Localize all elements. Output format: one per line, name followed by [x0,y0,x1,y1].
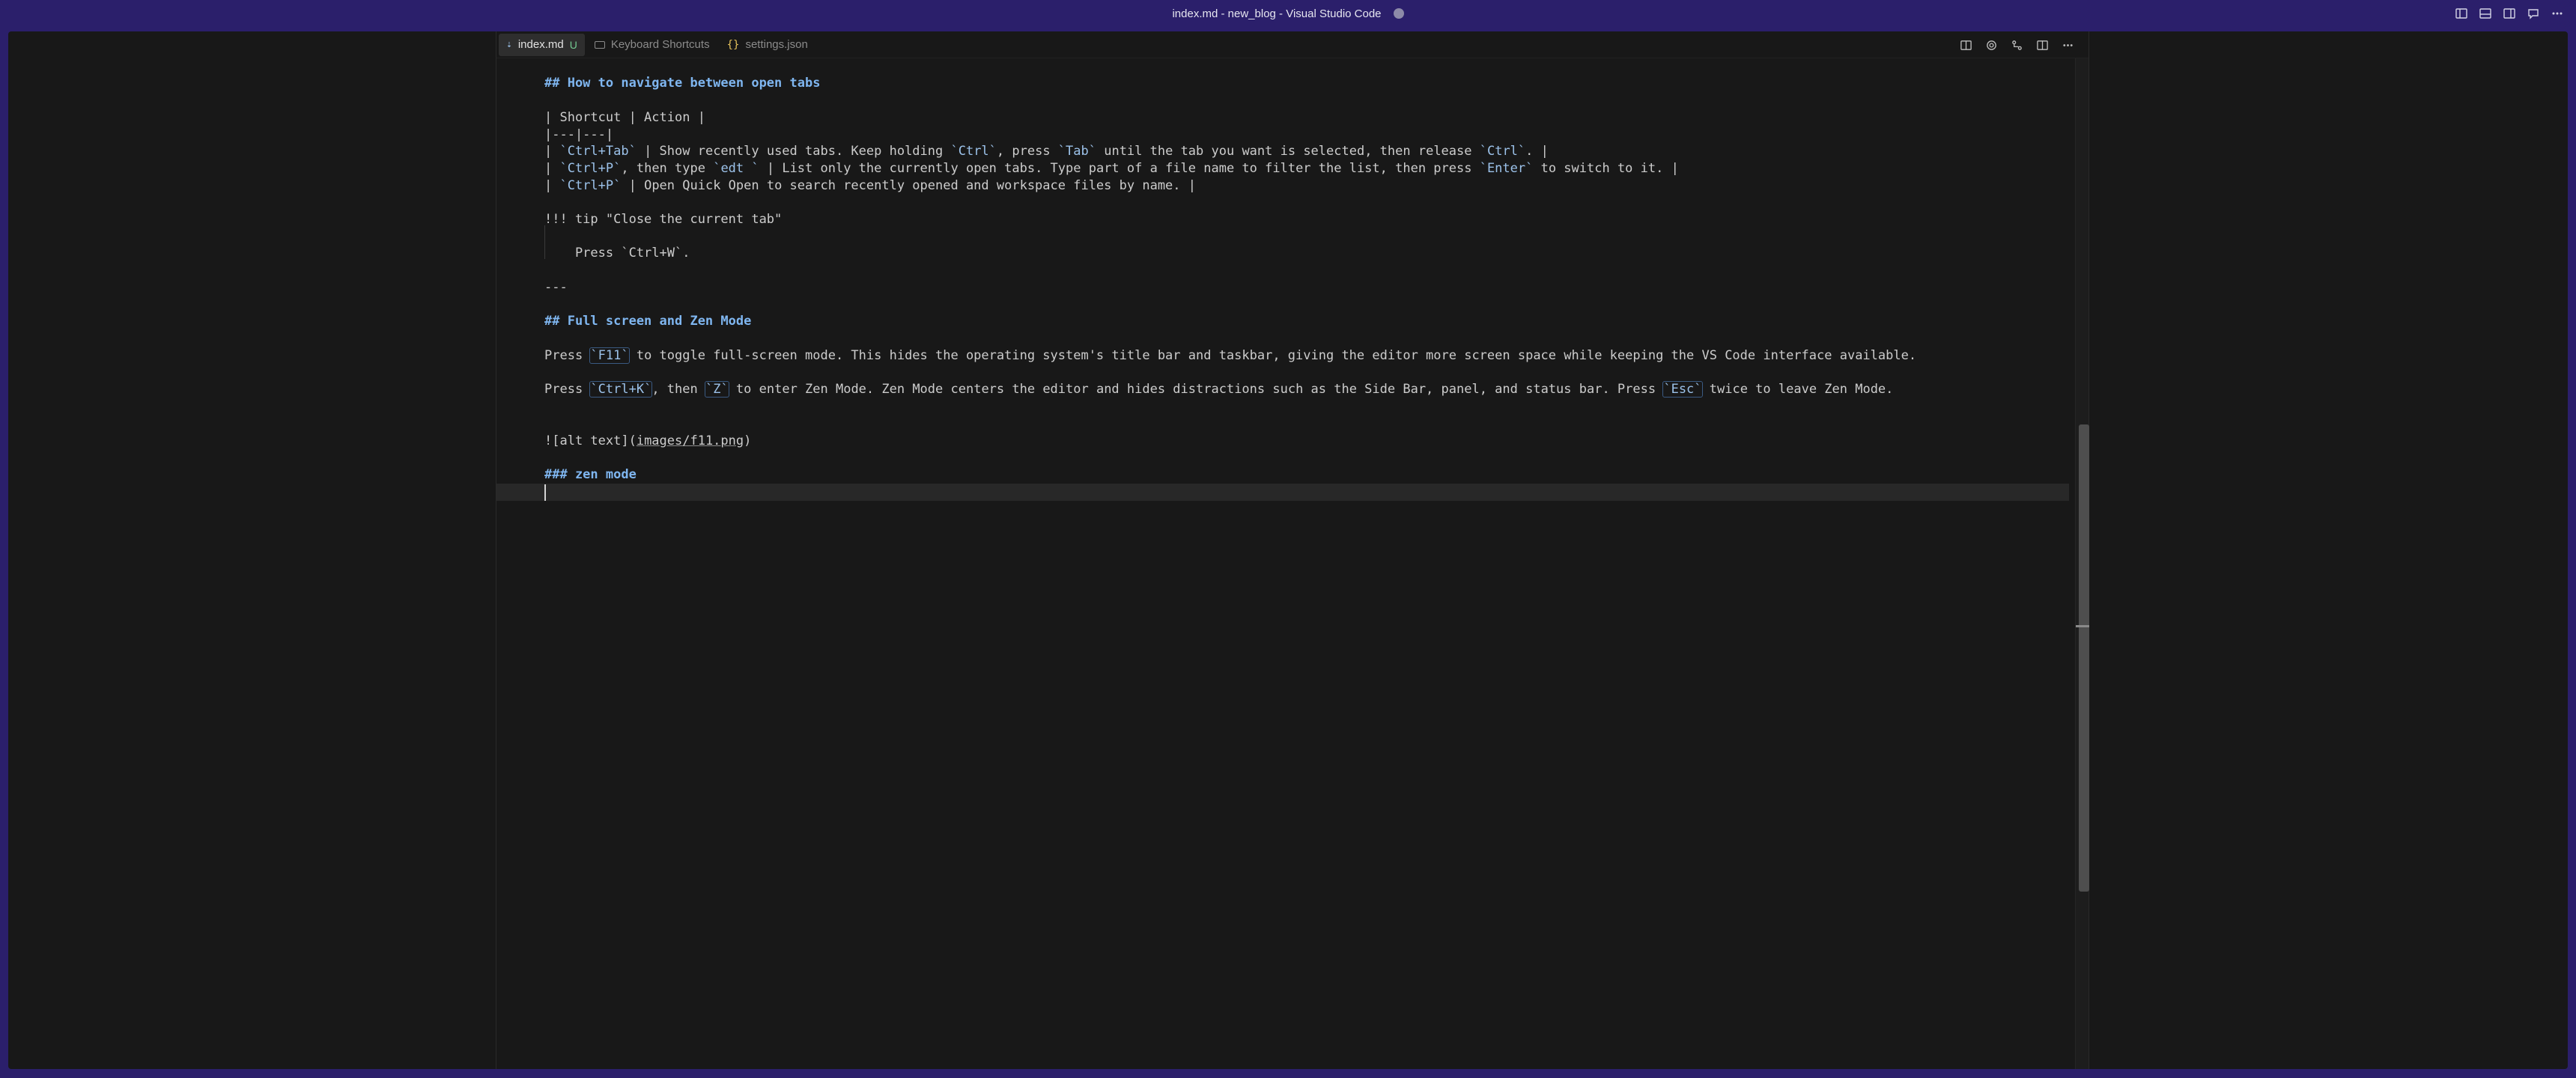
open-preview-icon[interactable] [1958,37,1973,52]
admonition-line: !!! tip "Close the current tab" [544,212,783,227]
inline-code: `Ctrl` [1479,144,1526,159]
more-actions-icon[interactable] [2060,37,2075,52]
copilot-edit-icon[interactable] [1984,37,1999,52]
text-span: twice to leave Zen Mode. [1701,382,1894,397]
text-span: | Open Quick Open to search recently ope… [621,178,1196,193]
copilot-icon[interactable] [1393,8,1404,19]
heading-line: ### zen mode [544,467,637,482]
text-span: | Show recently used tabs. Keep holding [636,144,951,159]
keyboard-icon [594,40,605,49]
table-row-line: | `Ctrl+P` | Open Quick Open to search r… [544,177,1196,195]
text-span: ![alt text]( [544,433,637,448]
markdown-icon: ⇣ [506,39,512,50]
scrollbar-thumb[interactable] [2079,424,2089,892]
inline-code: `Enter` [1479,161,1534,176]
tab-keyboard-shortcuts[interactable]: Keyboard Shortcuts [587,34,717,56]
split-editor-icon[interactable] [2035,37,2050,52]
title-bar: index.md - new_blog - Visual Studio Code [0,0,2576,27]
text-span: Press [544,348,591,363]
tab-untracked-badge: U [569,38,577,51]
text-span: | [544,144,560,159]
cursor-position-marker [2076,625,2089,627]
inline-code: `Z` [704,381,729,398]
toggle-panel-icon[interactable] [2477,5,2494,22]
text-span: Press [544,382,591,397]
code-editor[interactable]: ## How to navigate between open tabs | S… [496,75,2069,1048]
inline-code: `Ctrl+P` [559,178,622,193]
text-span: to switch to it. | [1533,161,1679,176]
editor-group: ⇣ index.md U Keyboard Shortcuts {} setti… [496,31,2089,1069]
paragraph-line: Press `Ctrl+K`, then `Z` to enter Zen Mo… [544,381,1893,398]
inline-code: `Ctrl+P` [559,161,622,176]
text-span: . | [1525,144,1549,159]
editor-actions [1958,31,2075,58]
image-path-link[interactable]: images/f11.png [637,433,744,448]
paragraph-line: Press `F11` to toggle full-screen mode. … [544,347,1916,365]
toggle-primary-sidebar-icon[interactable] [2453,5,2470,22]
tab-bar: ⇣ index.md U Keyboard Shortcuts {} setti… [496,31,2089,58]
text-span: | [544,161,560,176]
table-separator-line: |---|---| [544,127,614,142]
inline-code: `F11` [589,347,630,364]
inline-code: `Ctrl+Tab` [559,144,637,159]
text-span: , press [996,144,1058,159]
title-bar-actions [2453,0,2566,27]
inline-code: `Esc` [1662,381,1703,398]
text-cursor [544,484,546,501]
text-span: | [544,178,560,193]
json-icon: {} [726,38,740,51]
image-link-line: ![alt text](images/f11.png) [544,433,751,450]
chat-icon[interactable] [2525,5,2542,22]
horizontal-rule-line: --- [544,280,568,295]
inline-code: `Tab` [1057,144,1096,159]
text-span: | List only the currently open tabs. Typ… [759,161,1480,176]
text-span: to enter Zen Mode. Zen Mode centers the … [728,382,1664,397]
text-span: to toggle full-screen mode. This hides t… [628,348,1917,363]
text-span: , then type [621,161,714,176]
vertical-scrollbar[interactable] [2075,58,2089,1069]
vscode-window: ⇣ index.md U Keyboard Shortcuts {} setti… [8,31,2568,1069]
admonition-body-line: Press `Ctrl+W`. [544,246,690,261]
text-span: , then [651,382,705,397]
tab-label: Keyboard Shortcuts [610,38,710,51]
inline-code: `edt ` [713,161,759,176]
text-span: until the tab you want is selected, then… [1096,144,1480,159]
window-title: index.md - new_blog - Visual Studio Code [1172,7,1382,20]
table-row-line: | `Ctrl+Tab` | Show recently used tabs. … [544,143,1549,160]
toggle-secondary-sidebar-icon[interactable] [2501,5,2518,22]
current-line-highlight [496,484,2069,501]
inline-code: `Ctrl` [950,144,997,159]
text-span: ) [744,433,752,448]
tab-label: settings.json [745,38,808,51]
inline-code: `Ctrl+K` [589,381,653,398]
heading-line: ## How to navigate between open tabs [544,76,821,91]
tab-settings-json[interactable]: {} settings.json [720,34,815,56]
tab-index-md[interactable]: ⇣ index.md U [499,33,585,56]
open-changes-icon[interactable] [2009,37,2024,52]
heading-line: ## Full screen and Zen Mode [544,314,752,329]
more-actions-icon[interactable] [2549,5,2566,22]
table-row-line: | `Ctrl+P`, then type `edt ` | List only… [544,160,1679,177]
table-header-line: | Shortcut | Action | [544,110,705,125]
tab-label: index.md [517,38,564,51]
